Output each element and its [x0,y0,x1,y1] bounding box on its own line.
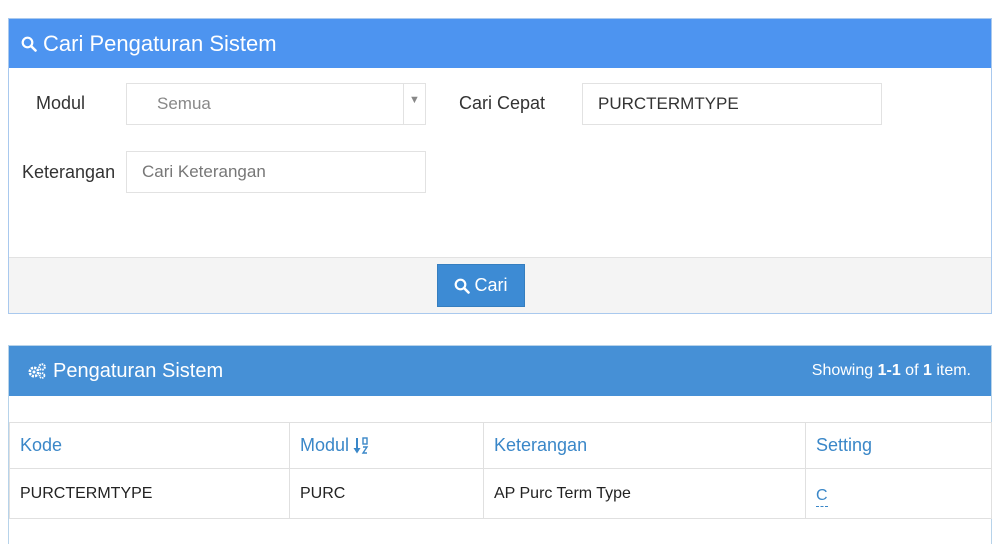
summary-range: 1-1 [877,362,901,379]
modul-select[interactable]: Semua ▼ [126,83,426,125]
result-panel-title: Pengaturan Sistem [53,359,224,382]
modul-label: Modul [36,93,86,113]
cell-modul: PURC [289,468,484,519]
search-icon [21,36,37,52]
cell-keterangan: AP Purc Term Type [483,468,806,519]
column-header-setting-label: Setting [816,435,873,455]
cari-cepat-label: Cari Cepat [459,93,546,113]
column-header-keterangan[interactable]: Keterangan [483,422,806,469]
keterangan-placeholder: Cari Keterangan [142,162,266,181]
column-header-kode-label: Kode [20,435,63,455]
result-panel-title-wrap: Pengaturan Sistem [27,360,223,383]
search-panel-footer: Cari [9,257,991,313]
column-header-keterangan-label: Keterangan [494,435,588,455]
chevron-down-icon[interactable]: ▼ [403,84,425,124]
cari-cepat-value: PURCTERMTYPE [598,94,739,113]
search-button[interactable]: Cari [437,264,525,307]
column-header-modul-label: Modul [300,434,350,455]
result-panel: Pengaturan Sistem Showing 1-1 of 1 item.… [8,345,992,544]
result-panel-header: Pengaturan Sistem Showing 1-1 of 1 item. [9,346,991,396]
summary-suffix: item. [931,362,971,379]
setting-edit-link[interactable]: C [816,487,828,507]
summary-total: 1 [922,362,932,379]
table-header-row: Kode Modul Keterangan Setting [9,422,992,469]
search-icon [454,278,471,294]
column-header-modul[interactable]: Modul [289,422,484,469]
column-header-setting[interactable]: Setting [805,422,992,469]
result-summary: Showing 1-1 of 1 item. [812,362,971,380]
search-panel-title: Cari Pengaturan Sistem [43,30,277,56]
summary-mid: of [900,362,923,379]
settings-table: Kode Modul Keterangan Setting PURCTERMTY… [9,422,992,519]
search-panel: Cari Pengaturan Sistem Modul Semua ▼ Car… [8,18,992,314]
modul-select-value: Semua [157,94,211,113]
sort-alpha-desc-icon[interactable] [353,436,369,456]
search-button-label: Cari [474,275,508,295]
cogs-icon [27,362,47,380]
keterangan-label: Keterangan [22,162,116,182]
cell-kode: PURCTERMTYPE [9,468,290,519]
column-header-kode[interactable]: Kode [9,422,290,469]
cell-setting: C [805,468,992,519]
keterangan-input[interactable]: Cari Keterangan [126,151,426,193]
cari-cepat-input[interactable]: PURCTERMTYPE [582,83,882,125]
table-row: PURCTERMTYPE PURC AP Purc Term Type C [9,468,992,519]
summary-prefix: Showing [811,362,878,379]
search-panel-header: Cari Pengaturan Sistem [9,19,991,68]
